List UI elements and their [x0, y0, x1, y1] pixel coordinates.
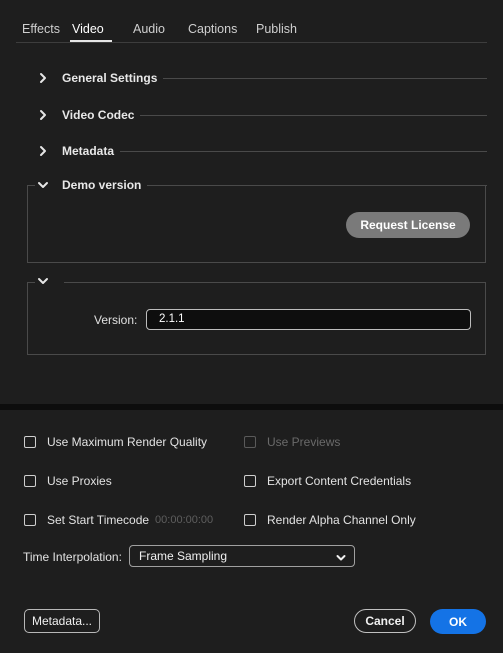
request-license-button[interactable]: Request License: [346, 212, 470, 238]
section-divider: [120, 150, 487, 152]
tab-audio[interactable]: Audio: [133, 22, 165, 36]
version-label: Version:: [94, 313, 138, 327]
section-divider: [140, 114, 487, 116]
checkbox-label: Use Maximum Render Quality: [47, 435, 208, 449]
checkbox-box[interactable]: [24, 475, 36, 487]
section-title: Demo version: [62, 178, 142, 192]
tab-bar: Effects Video Audio Captions Publish: [0, 0, 503, 44]
chevron-right-icon[interactable]: [36, 71, 50, 85]
section-title: General Settings: [62, 71, 158, 85]
use-proxies-checkbox[interactable]: Use Proxies: [24, 473, 112, 489]
panel-divider: [0, 404, 503, 410]
version-input[interactable]: 2.1.1: [146, 309, 471, 330]
chevron-right-icon[interactable]: [36, 144, 50, 158]
group-border: [27, 185, 35, 186]
section-metadata[interactable]: Metadata: [36, 142, 487, 160]
checkbox-label: Export Content Credentials: [267, 474, 412, 488]
time-interpolation-select[interactable]: Frame Sampling: [129, 545, 355, 567]
chevron-right-icon[interactable]: [36, 108, 50, 122]
checkbox-label: Render Alpha Channel Only: [267, 513, 416, 527]
chevron-down-icon[interactable]: [36, 274, 50, 288]
cancel-button[interactable]: Cancel: [354, 609, 416, 633]
section-divider: [163, 77, 487, 79]
time-interpolation-label: Time Interpolation:: [23, 550, 122, 564]
export-content-credentials-checkbox[interactable]: Export Content Credentials: [244, 473, 411, 489]
tab-effects[interactable]: Effects: [22, 22, 60, 36]
checkbox-box[interactable]: [244, 475, 256, 487]
checkbox-label: Use Proxies: [47, 474, 112, 488]
group-border: [64, 282, 486, 283]
checkbox-box[interactable]: [24, 436, 36, 448]
tab-video[interactable]: Video: [72, 22, 104, 36]
section-title: Video Codec: [62, 108, 135, 122]
start-timecode-field: 00:00:00:00: [155, 514, 214, 526]
checkbox-box[interactable]: [244, 514, 256, 526]
tab-divider: [16, 42, 487, 43]
checkbox-box[interactable]: [24, 514, 36, 526]
tab-publish[interactable]: Publish: [256, 22, 297, 36]
render-alpha-only-checkbox[interactable]: Render Alpha Channel Only: [244, 512, 416, 528]
use-previews-checkbox: Use Previews: [244, 434, 340, 450]
checkbox-box: [244, 436, 256, 448]
tab-captions[interactable]: Captions: [188, 22, 237, 36]
chevron-down-icon[interactable]: [335, 550, 347, 562]
active-tab-indicator: [70, 40, 112, 42]
chevron-down-icon[interactable]: [36, 178, 50, 192]
metadata-button[interactable]: Metadata...: [24, 609, 100, 633]
checkbox-label: Set Start Timecode: [47, 513, 150, 527]
section-divider: [147, 184, 487, 186]
section-video-codec[interactable]: Video Codec: [36, 106, 487, 124]
group-border: [27, 282, 35, 283]
set-start-timecode-checkbox[interactable]: Set Start Timecode 00:00:00:00: [24, 512, 213, 528]
ok-button[interactable]: OK: [430, 609, 486, 634]
checkbox-label: Use Previews: [267, 435, 341, 449]
section-demo-version[interactable]: Demo version: [36, 176, 487, 194]
use-max-render-quality-checkbox[interactable]: Use Maximum Render Quality: [24, 434, 207, 450]
section-title: Metadata: [62, 144, 115, 158]
section-general-settings[interactable]: General Settings: [36, 69, 487, 87]
select-value: Frame Sampling: [139, 549, 228, 563]
